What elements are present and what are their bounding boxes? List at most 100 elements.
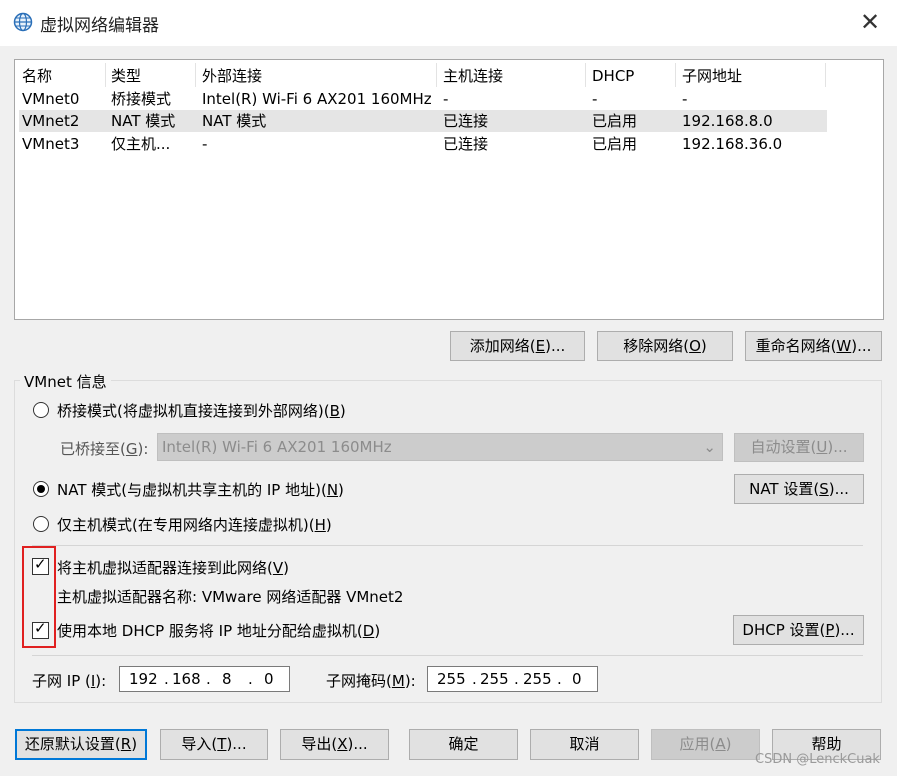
restore-defaults-button[interactable]: 还原默认设置(R) [15,729,147,760]
close-icon[interactable]: ✕ [857,10,883,36]
button-label-suffix: )... [828,480,849,498]
accelerator-key: A [715,735,726,753]
label-text-suffix: ) [338,481,344,499]
ip-octet[interactable]: 255 [480,667,509,691]
ip-octet[interactable]: 255 [523,667,552,691]
column-divider[interactable] [825,63,826,87]
label-text: 子网掩码( [326,672,392,690]
nat-settings-button[interactable]: NAT 设置(S)... [734,474,864,504]
cell-external: - [202,135,208,153]
accelerator-key: N [326,481,339,499]
adapter-name-text: 主机虚拟适配器名称: VMware 网络适配器 VMnet2 [57,588,404,606]
label-text: 已桥接至( [60,440,126,458]
label-text-suffix: ): [95,672,107,690]
use-dhcp-label[interactable]: 使用本地 DHCP 服务将 IP 地址分配给虚拟机(D) [57,620,380,641]
ip-octet[interactable]: 255 [437,667,466,691]
column-header-dhcp[interactable]: DHCP [592,65,634,87]
host-only-mode-radio[interactable] [33,516,49,532]
watermark-text: CSDN @LenckCuak [755,752,880,767]
apply-button[interactable]: 应用(A) [651,729,760,760]
annotation-highlight-box [22,546,56,648]
button-label: DHCP 设置( [742,621,826,639]
button-label-suffix: )... [545,337,566,355]
column-header-subnet[interactable]: 子网地址 [682,65,742,87]
column-divider[interactable] [585,63,586,87]
button-label: 应用( [679,735,716,753]
nat-mode-label[interactable]: NAT 模式(与虚拟机共享主机的 IP 地址)(N) [57,479,344,500]
cell-subnet: 192.168.36.0 [682,135,783,153]
remove-network-button[interactable]: 移除网络(O) [597,331,733,361]
cell-subnet: - [682,90,688,108]
accelerator-key: R [120,735,132,753]
auto-settings-button[interactable]: 自动设置(U)... [734,433,864,462]
subnet-ip-input[interactable]: 192 . 168 . 8 . 0 [119,666,290,692]
cell-name: VMnet2 [22,112,80,130]
connect-adapter-label[interactable]: 将主机虚拟适配器连接到此网络(V) [57,557,289,578]
column-divider[interactable] [195,63,196,87]
ip-octet[interactable]: 168 [172,667,201,691]
host-only-mode-label[interactable]: 仅主机模式(在专用网络内连接虚拟机)(H) [57,514,332,535]
nat-mode-radio[interactable] [33,481,49,497]
ip-octet[interactable]: 192 [129,667,158,691]
cell-dhcp: 已启用 [592,112,638,130]
cell-subnet: 192.168.8.0 [682,112,773,130]
ip-octet[interactable]: 8 [222,667,232,691]
cell-type: NAT 模式 [111,112,176,130]
column-header-host[interactable]: 主机连接 [443,65,503,87]
divider [32,655,863,656]
cancel-button[interactable]: 取消 [530,729,639,760]
subnet-mask-label: 子网掩码(M): [326,670,416,691]
button-label-suffix: )... [834,621,855,639]
column-header-type[interactable]: 类型 [111,65,141,87]
import-button[interactable]: 导入(T)... [160,729,268,760]
label-text: 桥接模式(将虚拟机直接连接到外部网络)( [57,402,330,420]
accelerator-key: M [391,672,405,690]
accelerator-key: V [272,559,284,577]
export-button[interactable]: 导出(X)... [280,729,389,760]
button-label-suffix: )... [347,735,368,753]
column-divider[interactable] [105,63,106,87]
group-label: VMnet 信息 [20,371,111,392]
ip-octet[interactable]: 0 [572,667,582,691]
table-row[interactable]: VMnet0 桥接模式 Intel(R) Wi-Fi 6 AX201 160MH… [19,88,827,110]
ip-dot: . [557,670,562,688]
label-text-suffix: ) [374,622,381,640]
bridged-adapter-select[interactable]: Intel(R) Wi-Fi 6 AX201 160MHz ⌄ [157,433,723,461]
subnet-mask-input[interactable]: 255 . 255 . 255 . 0 [427,666,598,692]
rename-network-button[interactable]: 重命名网络(W)... [745,331,882,361]
button-label: 导入( [181,735,218,753]
accelerator-key: G [125,440,138,458]
ok-button[interactable]: 确定 [409,729,518,760]
label-text-suffix: ) [325,516,332,534]
button-label: 移除网络( [623,337,690,355]
column-header-external[interactable]: 外部连接 [202,65,262,87]
column-header-name[interactable]: 名称 [22,65,52,87]
bridged-mode-label[interactable]: 桥接模式(将虚拟机直接连接到外部网络)(B) [57,400,346,421]
cell-dhcp: 已启用 [592,135,638,153]
accelerator-key: O [689,337,701,355]
table-row-selected[interactable]: VMnet2 NAT 模式 NAT 模式 已连接 已启用 192.168.8.0 [19,110,827,132]
column-divider[interactable] [436,63,437,87]
window-title: 虚拟网络编辑器 [40,16,159,36]
accelerator-key: E [535,337,546,355]
dhcp-settings-button[interactable]: DHCP 设置(P)... [733,615,864,645]
button-label-suffix: )... [827,438,848,456]
accelerator-key: B [329,402,340,420]
bridged-mode-radio[interactable] [33,402,49,418]
ip-octet[interactable]: 0 [264,667,274,691]
label-text-suffix: ) [339,402,346,420]
network-list[interactable]: 名称 类型 外部连接 主机连接 DHCP 子网地址 VMnet0 桥接模式 In… [14,59,884,320]
cell-type: 仅主机... [111,135,171,153]
add-network-button[interactable]: 添加网络(E)... [450,331,585,361]
label-text-suffix: ) [283,559,289,577]
accelerator-key: X [337,735,348,753]
table-row[interactable]: VMnet3 仅主机... - 已连接 已启用 192.168.36.0 [19,133,827,155]
label-text: 子网 IP ( [32,672,91,690]
column-divider[interactable] [675,63,676,87]
button-label-suffix: ) [700,337,707,355]
accelerator-key: S [819,480,829,498]
button-label-suffix: )... [226,735,247,753]
chevron-down-icon: ⌄ [703,438,716,456]
button-label-suffix: ) [131,735,138,753]
subnet-ip-label: 子网 IP (I): [32,670,106,691]
